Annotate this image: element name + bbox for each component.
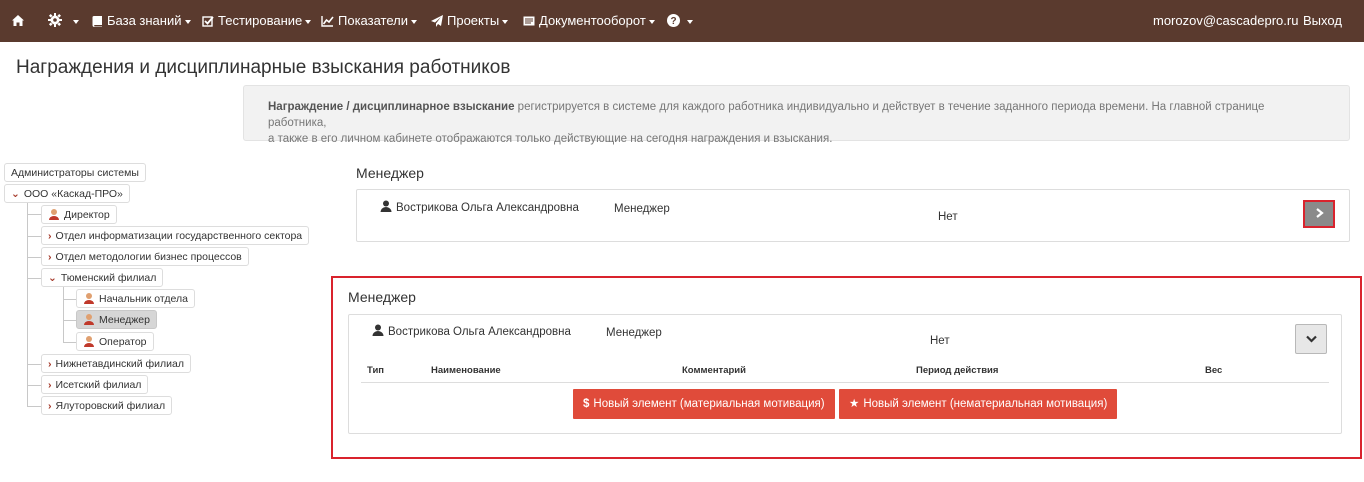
checkbox-icon <box>202 13 218 28</box>
tree-node-operator[interactable]: Оператор <box>76 332 154 351</box>
menu-projects[interactable]: Проекты <box>431 0 509 42</box>
tree-node-branch-yalut[interactable]: › Ялуторовский филиал <box>41 396 173 415</box>
user-icon <box>372 324 388 338</box>
employee-name: Вострикова Ольга Александровна <box>380 200 579 214</box>
person-icon <box>83 313 95 325</box>
position-title: Менеджер <box>356 165 424 181</box>
column-header-weight: Вес <box>1205 365 1223 376</box>
new-material-button[interactable]: $ Новый элемент (материальная мотивация) <box>573 389 835 419</box>
page-title: Награждения и дисциплинарные взыскания р… <box>16 57 511 78</box>
tree-node-director[interactable]: Директор <box>41 205 117 224</box>
user-email-link[interactable]: morozov@cascadepro.ru <box>1153 0 1298 42</box>
info-text-2: а также в его личном кабинете отображают… <box>268 133 833 145</box>
employee-role: Менеджер <box>614 203 670 215</box>
chevron-right-icon[interactable]: › <box>48 227 52 245</box>
column-header-comment: Комментарий <box>682 365 746 376</box>
user-icon <box>380 200 396 214</box>
chevron-right-icon[interactable]: › <box>48 397 52 415</box>
employee-card-collapsed <box>356 189 1350 242</box>
chevron-down-icon[interactable]: ⌄ <box>48 269 57 287</box>
tree-node-dept-methodology[interactable]: › Отдел методологии бизнес процессов <box>41 247 249 266</box>
gear-icon <box>48 13 70 28</box>
menu-knowledge-base[interactable]: База знаний <box>92 0 191 42</box>
book-icon <box>92 13 107 28</box>
svg-text:?: ? <box>670 16 676 27</box>
tree-node-head[interactable]: Начальник отдела <box>76 289 195 308</box>
column-header-type: Тип <box>367 365 385 376</box>
home-link[interactable] <box>11 0 29 42</box>
info-bold-text: Награждение / дисциплинарное взыскание <box>268 101 515 113</box>
column-header-period: Период действия <box>916 365 999 376</box>
employee-status-expanded: Нет <box>930 335 950 347</box>
menu-indicators[interactable]: Показатели <box>321 0 417 42</box>
info-panel: Награждение / дисциплинарное взыскание р… <box>243 85 1350 145</box>
chevron-down-icon[interactable]: ⌄ <box>11 185 20 203</box>
menu-testing[interactable]: Тестирование <box>202 0 312 42</box>
logout-link[interactable]: Выход <box>1303 0 1342 42</box>
question-icon: ? <box>667 13 684 28</box>
chevron-down-icon <box>1305 330 1317 347</box>
employee-name-expanded: Вострикова Ольга Александровна <box>372 324 571 338</box>
employee-status: Нет <box>938 211 958 223</box>
column-header-name: Наименование <box>431 365 501 376</box>
line-chart-icon <box>321 13 338 28</box>
settings-menu[interactable] <box>48 0 79 42</box>
expand-button[interactable] <box>1303 200 1335 228</box>
star-icon: ★ <box>849 398 860 410</box>
send-icon <box>431 13 447 28</box>
person-icon <box>48 208 60 220</box>
employee-role-expanded: Менеджер <box>606 327 662 339</box>
chevron-right-icon[interactable]: › <box>48 248 52 266</box>
tree-node-manager[interactable]: Менеджер <box>76 310 157 329</box>
dollar-icon: $ <box>583 398 590 410</box>
table-header-divider <box>361 382 1329 383</box>
person-icon <box>83 335 95 347</box>
tree-node-branch-nizhn[interactable]: › Нижнетавдинский филиал <box>41 354 191 373</box>
help-menu[interactable]: ? <box>667 0 693 42</box>
top-navbar: База знаний Тестирование Показатели Прое… <box>0 0 1364 42</box>
document-icon <box>523 13 539 28</box>
menu-document-flow[interactable]: Документооборот <box>523 0 655 42</box>
tree-node-branch-tyumen[interactable]: ⌄ Тюменский филиал <box>41 268 164 287</box>
tree-node-admins[interactable]: Администраторы системы <box>4 163 146 182</box>
new-nonmaterial-button[interactable]: ★ Новый элемент (нематериальная мотивация… <box>839 389 1118 419</box>
chevron-right-icon[interactable]: › <box>48 376 52 394</box>
collapse-button[interactable] <box>1295 324 1327 354</box>
person-icon <box>83 292 95 304</box>
chevron-right-icon[interactable]: › <box>48 355 52 373</box>
tree-node-branch-iset[interactable]: › Исетский филиал <box>41 375 149 394</box>
home-icon <box>11 13 29 28</box>
position-title-expanded: Менеджер <box>348 289 416 305</box>
tree-node-org[interactable]: ⌄ ООО «Каскад-ПРО» <box>4 184 130 203</box>
chevron-right-icon <box>1315 205 1324 221</box>
tree-node-dept-it[interactable]: › Отдел информатизации государственного с… <box>41 226 310 245</box>
